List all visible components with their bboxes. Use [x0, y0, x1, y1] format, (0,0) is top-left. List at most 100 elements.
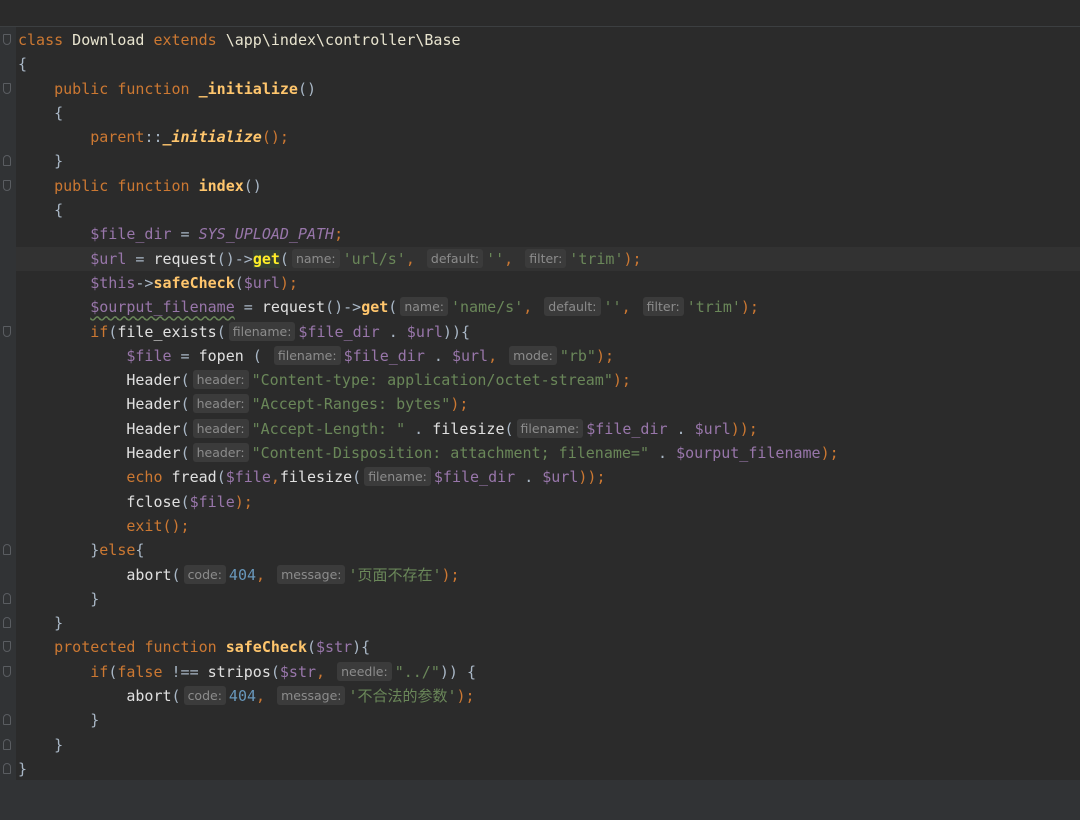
- code-line[interactable]: $file = fopen ( filename: $file_dir . $ur…: [18, 344, 1080, 368]
- parameter-hint: needle:: [337, 661, 392, 681]
- fold-end-icon[interactable]: [3, 738, 11, 750]
- code-line[interactable]: echo fread($file,filesize(filename: $file…: [18, 465, 1080, 489]
- code-token: ){: [352, 638, 371, 657]
- code-token: );: [234, 492, 253, 511]
- code-token: ,: [256, 687, 275, 706]
- code-token: (: [216, 322, 226, 341]
- code-token: else: [99, 541, 136, 560]
- parameter-hint: filename:: [516, 418, 584, 438]
- code-line[interactable]: $this->safeCheck($url);: [18, 271, 1080, 295]
- code-line[interactable]: exit();: [18, 514, 1080, 538]
- code-token: parent: [90, 128, 145, 147]
- fold-end-icon[interactable]: [3, 544, 11, 556]
- code-token: safeCheck: [153, 273, 235, 292]
- fold-start-icon[interactable]: [3, 82, 11, 94]
- code-token: Header: [126, 419, 181, 438]
- code-line[interactable]: public function index(): [3, 174, 1080, 198]
- code-token: ,: [316, 662, 335, 681]
- code-line[interactable]: }: [3, 611, 1080, 635]
- fold-start-icon[interactable]: [3, 641, 11, 653]
- code-line[interactable]: $url = request()->get(name:'url/s', defa…: [16, 246, 1080, 271]
- fold-start-icon[interactable]: [3, 179, 11, 191]
- code-token: (: [180, 395, 190, 414]
- code-token: public: [54, 79, 109, 98]
- code-line[interactable]: if(file_exists(filename: $file_dir . $url…: [3, 320, 1080, 344]
- code-token: 'trim': [569, 249, 624, 268]
- code-line[interactable]: }: [3, 757, 1080, 781]
- code-editor[interactable]: class Download extends \app\index\contro…: [3, 28, 1080, 781]
- code-token: ));: [578, 468, 606, 487]
- code-token: );: [623, 249, 642, 268]
- code-token: $url: [90, 249, 127, 268]
- code-line[interactable]: if(false !== stripos($str, needle: "../")…: [3, 660, 1080, 684]
- parameter-hint: header:: [192, 394, 249, 414]
- code-line[interactable]: }: [3, 708, 1080, 732]
- code-token: .: [424, 346, 452, 365]
- fold-end-icon[interactable]: [3, 714, 11, 726]
- code-line[interactable]: class Download extends \app\index\contro…: [3, 28, 1080, 52]
- code-token: Header: [126, 395, 181, 414]
- code-line[interactable]: {: [18, 198, 1080, 222]
- code-line[interactable]: abort(code: 404, message: '页面不存在');: [18, 563, 1080, 587]
- code-token: ();: [261, 128, 289, 147]
- code-token: \app\index\controller\Base: [216, 31, 461, 49]
- code-line[interactable]: parent::_initialize();: [18, 125, 1080, 149]
- code-token: $file: [126, 346, 172, 365]
- code-token: );: [450, 395, 469, 414]
- code-token: {: [18, 55, 28, 74]
- fold-start-icon[interactable]: [3, 34, 11, 45]
- fold-end-icon[interactable]: [3, 155, 11, 167]
- code-token: request: [261, 298, 326, 317]
- code-line[interactable]: }: [3, 733, 1080, 757]
- code-line[interactable]: Header(header: "Accept-Length: " . filesi…: [18, 417, 1080, 441]
- code-token: .: [648, 444, 677, 463]
- code-token: {: [135, 541, 145, 560]
- code-line[interactable]: protected function safeCheck($str){: [3, 635, 1080, 659]
- code-line[interactable]: $file_dir = SYS_UPLOAD_PATH;: [18, 222, 1080, 246]
- code-line[interactable]: }else{: [3, 538, 1080, 562]
- code-token: false: [117, 662, 163, 681]
- code-token: )){: [442, 322, 471, 341]
- code-line[interactable]: fclose($file);: [18, 490, 1080, 514]
- code-line[interactable]: Header(header: "Content-type: application…: [18, 368, 1080, 392]
- code-token: $file: [225, 468, 271, 487]
- parameter-hint: header:: [192, 370, 249, 390]
- code-line[interactable]: }: [3, 587, 1080, 611]
- fold-start-icon[interactable]: [3, 325, 11, 337]
- code-token: );: [441, 565, 460, 584]
- parameter-hint: default:: [426, 248, 484, 268]
- code-line[interactable]: abort(code: 404, message: '不合法的参数');: [18, 684, 1080, 708]
- code-token: ();: [162, 516, 190, 535]
- code-token: abort: [126, 565, 172, 584]
- code-line[interactable]: }: [3, 149, 1080, 173]
- code-token: Header: [126, 371, 181, 390]
- code-line[interactable]: public function _initialize(): [3, 77, 1080, 101]
- code-line[interactable]: Header(header: "Accept-Ranges: bytes");: [18, 392, 1080, 416]
- fold-end-icon[interactable]: [3, 617, 11, 629]
- code-token: )) {: [439, 662, 476, 681]
- editor-bottom-area: [0, 780, 1080, 820]
- code-line[interactable]: {: [18, 101, 1080, 125]
- code-token: 'name/s': [450, 298, 524, 317]
- fold-end-icon[interactable]: [3, 592, 11, 604]
- code-token: if: [90, 662, 109, 681]
- fold-end-icon[interactable]: [3, 762, 11, 774]
- code-token: echo: [126, 468, 163, 487]
- fold-start-icon[interactable]: [3, 665, 11, 677]
- code-line[interactable]: Header(header: "Content-Disposition: atta…: [18, 441, 1080, 465]
- parameter-hint: name:: [400, 297, 448, 317]
- code-token: $url: [243, 273, 280, 292]
- code-line[interactable]: {: [18, 52, 1080, 76]
- code-line[interactable]: $ourput_filename = request()->get(name: '…: [18, 295, 1080, 319]
- code-token: =: [171, 346, 199, 365]
